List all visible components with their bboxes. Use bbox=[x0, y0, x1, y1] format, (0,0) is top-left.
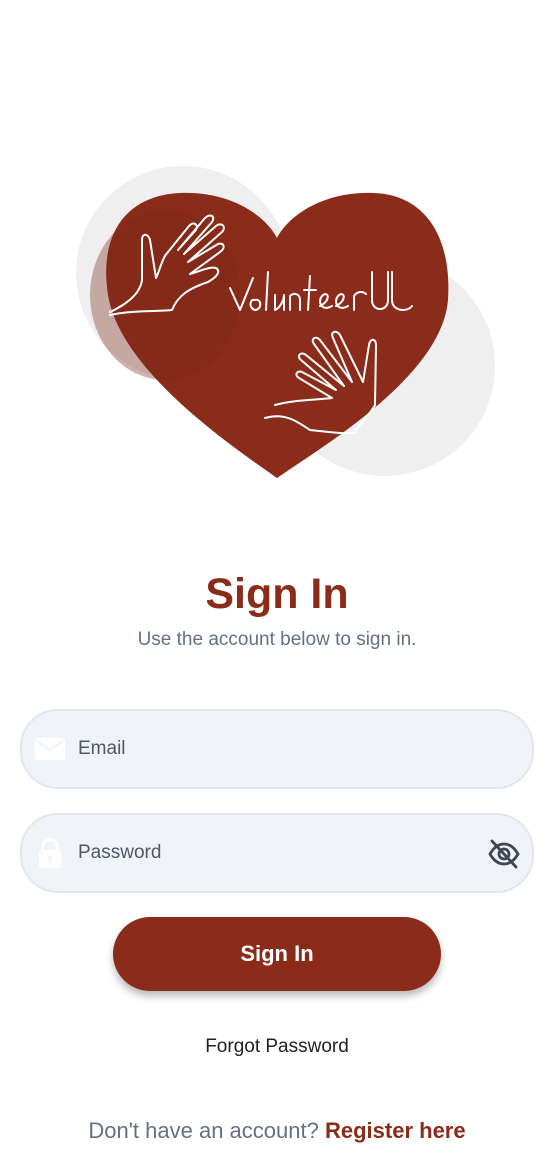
page-subtitle: Use the account below to sign in. bbox=[137, 629, 417, 650]
mail-icon bbox=[34, 733, 66, 765]
email-field-container[interactable] bbox=[20, 709, 534, 789]
register-link[interactable]: Register here bbox=[325, 1118, 466, 1143]
forgot-password-link[interactable]: Forgot Password bbox=[0, 1034, 554, 1060]
eye-off-icon[interactable] bbox=[486, 836, 522, 872]
register-row: Don't have an account? Register here bbox=[0, 1116, 554, 1146]
password-field-container[interactable] bbox=[20, 813, 534, 893]
lock-icon bbox=[34, 837, 66, 869]
page-title: Sign In bbox=[205, 570, 349, 618]
email-input[interactable] bbox=[78, 711, 478, 787]
register-prompt: Don't have an account? bbox=[88, 1118, 319, 1143]
app-logo bbox=[70, 160, 500, 485]
password-input[interactable] bbox=[78, 815, 478, 891]
sign-in-button[interactable]: Sign In bbox=[113, 917, 441, 991]
